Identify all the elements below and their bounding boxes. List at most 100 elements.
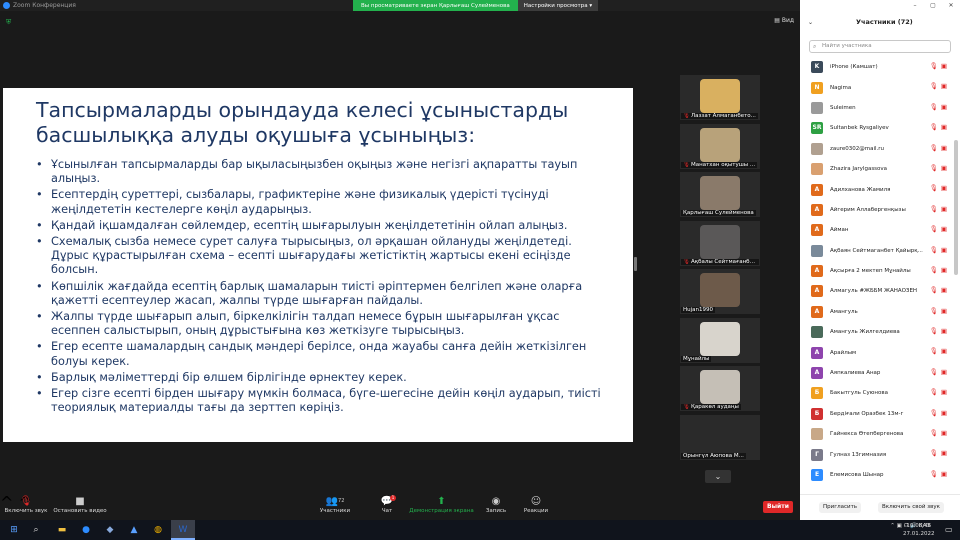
participant-video — [700, 176, 740, 210]
muted-mic-and-video-off-icon: 🎙▣ — [929, 225, 950, 234]
participant-row[interactable]: Е Елемисова Шынар 🎙▣ — [800, 465, 952, 485]
word-icon[interactable]: W — [177, 524, 189, 536]
slide-bullet: Қандай іқшамдалған сөйлемдер, есептің шы… — [36, 219, 611, 233]
participant-row[interactable]: zaure0302@mail.ru 🎙▣ — [800, 139, 952, 159]
participant-name: Аяпкалиева Анар — [830, 370, 881, 377]
video-thumbnail[interactable]: Орынгүл Аюпова М... — [680, 414, 760, 460]
video-thumbnail[interactable]: Hujan1990 — [680, 269, 760, 314]
participant-row[interactable]: А Адилханова Жамиля 🎙▣ — [800, 179, 952, 199]
participant-name: Амангуль — [830, 308, 858, 315]
participant-row[interactable]: А Арайлым 🎙▣ — [800, 342, 952, 362]
panel-window-controls: – ▢ ✕ — [800, 0, 960, 11]
record-button[interactable]: ◉ Запись — [484, 495, 508, 514]
chevron-down-icon[interactable]: ⌄ — [705, 470, 731, 483]
participant-row[interactable]: Амангуль Жилгелдиева 🎙▣ — [800, 322, 952, 342]
shield-icon[interactable]: ⛨ — [6, 18, 14, 26]
video-thumbnail[interactable]: Қарлығаш Сулейменова — [680, 172, 760, 217]
split-handle[interactable] — [634, 257, 637, 271]
zoom-app-icon[interactable]: ● — [80, 524, 92, 536]
participant-row[interactable]: Б Бакытгуль Суюнова 🎙▣ — [800, 383, 952, 403]
view-options-button[interactable]: Настройки просмотра ▾ — [517, 0, 599, 11]
muted-mic-and-video-off-icon: 🎙▣ — [929, 286, 950, 295]
slide-bullet: Ұсынылған тапсырмаларды бар ықыласыңызбе… — [36, 158, 611, 186]
participant-row[interactable]: N Nagima 🎙▣ — [800, 77, 952, 97]
muted-mic-and-video-off-icon: 🎙▣ — [929, 62, 950, 70]
participant-video — [700, 79, 740, 113]
app-icon[interactable]: ◆ — [104, 524, 116, 536]
participant-row[interactable]: SR Sultanbek Rysgaliyev 🎙▣ — [800, 118, 952, 138]
muted-mic-and-video-off-icon: 🎙▣ — [929, 123, 950, 132]
participant-row[interactable]: А Алмагуль #ЖББМ ЖАНАОЗЕН 🎙▣ — [800, 281, 952, 301]
participant-row[interactable]: Ақбаян Сейтмаганбет Қайырқ... 🎙▣ — [800, 241, 952, 261]
chat-button[interactable]: 💬 1 Чат — [376, 495, 398, 514]
video-thumbnail[interactable]: 🎙Манатхан оқытушы ... — [680, 123, 760, 169]
participant-row[interactable]: Г Гулназ 13гимназия 🎙▣ — [800, 444, 952, 464]
muted-mic-and-video-off-icon: 🎙▣ — [929, 429, 950, 438]
system-clock[interactable]: 10:08:46 27.01.2022 — [903, 522, 935, 538]
thumbnail-name-text: Мұнайлы — [683, 355, 710, 362]
invite-button[interactable]: Пригласить — [819, 502, 862, 513]
maximize-icon[interactable]: ▢ — [924, 2, 942, 9]
muted-mic-and-video-off-icon: 🎙▣ — [929, 204, 950, 213]
participant-row[interactable]: А Айгерим Аллабергенқызы 🎙▣ — [800, 200, 952, 220]
slide-bullet: Көпшілік жағдайда есептің барлық шамалар… — [36, 280, 611, 308]
video-thumbnail[interactable]: Мұнайлы — [680, 317, 760, 363]
participant-row[interactable]: А Аяпкалиева Анар 🎙▣ — [800, 363, 952, 383]
avatar: А — [811, 183, 823, 196]
muted-mic-and-video-off-icon: 🎙▣ — [929, 388, 950, 397]
record-icon: ◉ — [491, 496, 501, 507]
participant-video — [700, 321, 740, 356]
microphone-muted-icon: 🎙 — [19, 496, 33, 507]
chevron-down-icon[interactable]: ⌄ — [808, 19, 813, 26]
slide-bullet-list: Ұсынылған тапсырмаларды бар ықыласыңызбе… — [36, 158, 611, 415]
microphone-muted-icon: 🎙 — [683, 113, 690, 119]
photos-icon[interactable]: ▲ — [128, 524, 140, 536]
clock-date: 27.01.2022 — [903, 531, 935, 537]
participant-row[interactable]: Гайнекса Өтепбергенова 🎙▣ — [800, 424, 952, 444]
participant-row[interactable]: Suleimen 🎙▣ — [800, 98, 952, 118]
participant-video — [700, 224, 740, 259]
participant-row[interactable]: А Ақсырға 2 мектеп Мұнайлы 🎙▣ — [800, 261, 952, 281]
participant-name: Гулназ 13гимназия — [830, 451, 887, 458]
participant-row[interactable]: Zhazira Jarylgassova 🎙▣ — [800, 159, 952, 179]
participant-search-input[interactable]: ⌕ Найти участника — [809, 40, 951, 53]
participants-button[interactable]: 👥72 Участники — [318, 495, 352, 514]
search-placeholder: Найти участника — [822, 43, 872, 49]
slide-bullet: Егер есепте шамалардың сандық мәндері бе… — [36, 340, 611, 368]
video-thumbnail[interactable]: 🎙Қаракөл аудаңы — [680, 366, 760, 411]
participant-row[interactable]: А Амангуль 🎙▣ — [800, 302, 952, 322]
unmute-me-button[interactable]: Включить свой звук — [878, 502, 944, 513]
close-icon[interactable]: ✕ — [942, 2, 960, 9]
participant-row[interactable]: KiPhone (Камшат) 🎙▣ — [800, 57, 952, 77]
avatar: А — [811, 346, 823, 359]
minimize-icon[interactable]: – — [906, 2, 924, 9]
participants-icon: 👥72 — [325, 496, 345, 507]
stop-video-button[interactable]: ■ Остановить видео — [52, 495, 108, 514]
share-banner-text: Вы просматриваете экран Қарлығаш Сулейме… — [353, 0, 518, 11]
view-button[interactable]: ▤ Вид — [774, 17, 794, 24]
video-thumbnail[interactable]: 🎙Ақбалы Сейтмағанбе... — [680, 220, 760, 266]
participant-row[interactable]: Б Бердіғали Оразбек 13м-г 🎙▣ — [800, 404, 952, 424]
notifications-icon[interactable]: ▭ — [945, 525, 953, 534]
thumbnail-name-text: Лаззат Алмаганбето... — [690, 113, 756, 119]
muted-mic-and-video-off-icon: 🎙▣ — [929, 367, 950, 376]
unmute-button[interactable]: 🎙 Включить звук — [3, 495, 49, 514]
participant-row[interactable]: А Айман 🎙▣ — [800, 220, 952, 240]
leave-meeting-button[interactable]: Выйти — [763, 501, 793, 513]
video-thumbnail[interactable]: 🎙Лаззат Алмаганбето... — [680, 75, 760, 120]
avatar: А — [811, 285, 823, 298]
record-label: Запись — [485, 508, 507, 514]
share-screen-button[interactable]: ⬆ Демонстрация экрана — [409, 495, 474, 514]
search-icon[interactable]: ⌕ — [30, 524, 42, 536]
thumbnail-name: 🎙Ақбалы Сейтмағанбе... — [681, 258, 759, 265]
windows-start-icon[interactable]: ⊞ — [8, 524, 20, 536]
muted-mic-and-video-off-icon: 🎙▣ — [929, 306, 950, 315]
reactions-button[interactable]: ☺ Реакции — [522, 495, 550, 514]
avatar — [811, 101, 823, 114]
participant-list-scrollbar[interactable] — [954, 140, 958, 275]
file-explorer-icon[interactable]: ▬ — [56, 524, 68, 536]
unmute-label: Включить звук — [4, 508, 48, 514]
participant-name: Suleimen — [830, 104, 856, 111]
participant-name: Адилханова Жамиля — [830, 186, 891, 193]
chrome-icon[interactable]: ◍ — [152, 524, 164, 536]
